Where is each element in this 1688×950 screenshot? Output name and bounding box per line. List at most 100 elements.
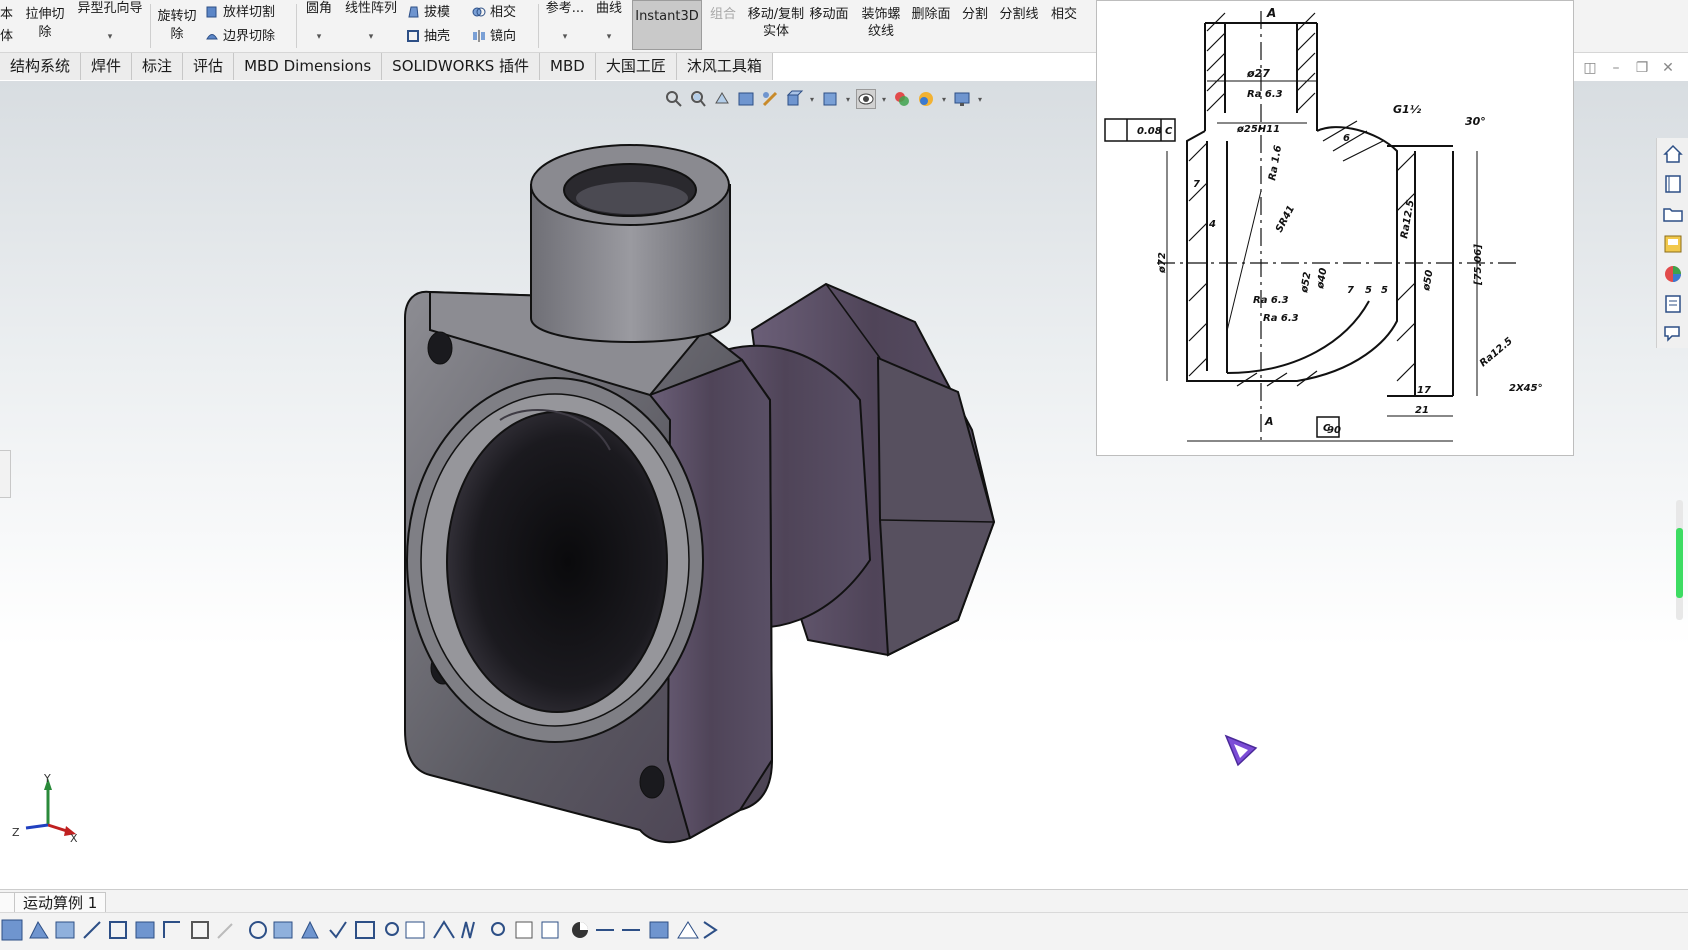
design-library-icon[interactable]	[1660, 171, 1686, 197]
hole-wizard-button[interactable]: 异型孔向导 ▾	[74, 0, 146, 42]
toolbar-button-icon[interactable]	[541, 921, 559, 939]
solidworks-resources-icon[interactable]	[1660, 141, 1686, 167]
close-icon[interactable]: ✕	[1660, 60, 1676, 76]
toolbar-button-icon[interactable]	[329, 921, 347, 939]
toolbar-button-icon[interactable]	[461, 921, 475, 939]
tab-mbd[interactable]: MBD	[540, 53, 596, 80]
display-style-icon[interactable]	[820, 89, 840, 109]
drawing-label-dia-72: ø72	[1157, 252, 1168, 274]
boundary-cut-label: 边界切除	[223, 29, 276, 44]
draft-button[interactable]: 拔模	[406, 4, 450, 22]
delete-face-button[interactable]: 删除面	[908, 6, 954, 24]
drawing-label-datum-c-bottom: C	[1323, 423, 1331, 434]
toolbar-button-icon[interactable]	[1, 919, 23, 941]
toolbar-button-icon[interactable]	[83, 921, 101, 939]
mirror-button[interactable]: 镜向	[472, 28, 516, 46]
tab-evaluate[interactable]: 评估	[183, 53, 235, 80]
tab-solidworks-addins[interactable]: SOLIDWORKS 插件	[382, 53, 541, 80]
linear-pattern-button[interactable]: 线性阵列 ▾	[342, 0, 400, 42]
intersect-button[interactable]: 相交	[472, 4, 516, 22]
hide-show-dropdown-icon[interactable]: ▾	[880, 95, 888, 104]
minimize-icon[interactable]: –	[1608, 60, 1624, 76]
hide-show-items-icon[interactable]	[856, 89, 876, 109]
apply-scene-icon[interactable]	[916, 89, 936, 109]
curves-button[interactable]: 曲线 ▾	[592, 0, 626, 42]
apply-scene-dropdown-icon[interactable]: ▾	[940, 95, 948, 104]
toolbar-button-icon[interactable]	[217, 923, 233, 939]
move-copy-body-button[interactable]: 移动/复制实体	[746, 6, 806, 40]
toolbar-button-icon[interactable]	[405, 921, 425, 939]
flange-body[interactable]	[404, 290, 774, 844]
toolbar-button-icon[interactable]	[191, 921, 209, 939]
pin-icon[interactable]: ◫	[1582, 60, 1598, 76]
tab-mufeng-toolbox[interactable]: 沐风工具箱	[676, 53, 773, 80]
move-face-button[interactable]: 移动面	[806, 6, 852, 24]
toolbar-button-icon[interactable]	[433, 920, 455, 939]
extrude-cut-button[interactable]: 拉伸切除	[22, 6, 68, 42]
shell-button[interactable]: 抽壳	[406, 28, 450, 46]
view-settings-dropdown-icon[interactable]: ▾	[976, 95, 984, 104]
view-orientation-dropdown-icon[interactable]: ▾	[808, 95, 816, 104]
zoom-to-area-icon[interactable]	[688, 89, 708, 109]
fillet-dropdown-icon[interactable]: ▾	[300, 32, 338, 42]
linear-pattern-dropdown-icon[interactable]: ▾	[342, 32, 400, 42]
restore-icon[interactable]: ❐	[1634, 60, 1650, 76]
tab-mbd-dimensions[interactable]: MBD Dimensions	[234, 53, 383, 80]
boundary-cut-button[interactable]: 边界切除	[205, 28, 275, 46]
curves-dropdown-icon[interactable]: ▾	[592, 32, 626, 42]
split-line-button[interactable]: 分割线	[996, 6, 1042, 24]
tab-structure-system[interactable]: 结构系统	[0, 53, 82, 80]
view-palette-icon[interactable]	[1660, 231, 1686, 257]
view-orientation-icon[interactable]	[784, 89, 804, 109]
tab-weldments[interactable]: 焊件	[81, 53, 133, 80]
toolbar-button-icon[interactable]	[301, 920, 319, 939]
toolbar-button-icon[interactable]	[572, 922, 588, 938]
toolbar-button-icon[interactable]	[385, 922, 399, 936]
custom-properties-icon[interactable]	[1660, 291, 1686, 317]
heads-up-view-toolbar: ▾ ▾ ▾ ▾ ▾	[664, 88, 984, 110]
forum-icon[interactable]	[1660, 321, 1686, 347]
fillet-button[interactable]: 圆角 ▾	[300, 0, 338, 42]
loft-cut-button[interactable]: 放样切割	[205, 4, 275, 22]
top-boss[interactable]	[530, 144, 731, 343]
toolbar-button-icon[interactable]	[163, 921, 180, 938]
tab-markup[interactable]: 标注	[132, 53, 184, 80]
split-button[interactable]: 分割	[958, 6, 992, 24]
toolbar-button-icon[interactable]	[491, 922, 505, 936]
reference-dropdown-icon[interactable]: ▾	[542, 32, 588, 42]
toolbar-button-icon[interactable]	[273, 921, 293, 939]
display-style-dropdown-icon[interactable]: ▾	[844, 95, 852, 104]
combine-button[interactable]: 组合	[706, 6, 740, 24]
edit-appearance-icon[interactable]	[892, 89, 912, 109]
zoom-to-fit-icon[interactable]	[664, 89, 684, 109]
tab-motion-study-1[interactable]: 运动算例 1	[14, 892, 107, 913]
instant3d-toggle[interactable]: Instant3D	[632, 0, 702, 50]
toolbar-button-icon[interactable]	[649, 921, 669, 939]
view-settings-icon[interactable]	[952, 89, 972, 109]
feature-tree-collapse-handle[interactable]	[0, 450, 11, 498]
intersect-curve-button[interactable]: 相交	[1046, 6, 1082, 24]
toolbar-button-icon[interactable]	[55, 921, 75, 939]
file-explorer-icon[interactable]	[1660, 201, 1686, 227]
drawing-label-dim-5b: 5	[1381, 285, 1388, 296]
toolbar-button-icon[interactable]	[135, 921, 155, 939]
hole-wizard-dropdown-icon[interactable]: ▾	[74, 32, 146, 42]
appearances-icon[interactable]	[1660, 261, 1686, 287]
loft-cut-icon	[206, 6, 217, 18]
revolve-cut-button[interactable]: 旋转切除	[154, 8, 200, 44]
section-view-icon[interactable]	[736, 89, 756, 109]
toolbar-button-icon[interactable]	[677, 921, 699, 939]
drawing-label-dia-52: ø52	[1299, 271, 1314, 294]
toolbar-button-icon[interactable]	[515, 921, 533, 939]
toolbar-button-icon[interactable]	[355, 921, 375, 939]
scroll-thumb[interactable]	[1676, 528, 1683, 598]
toolbar-button-icon[interactable]	[703, 921, 718, 939]
tab-daguo-craftsman[interactable]: 大国工匠	[595, 53, 677, 80]
toolbar-button-icon[interactable]	[29, 920, 49, 939]
toolbar-button-icon[interactable]	[109, 921, 127, 939]
dynamic-annotation-icon[interactable]	[760, 89, 780, 109]
cosmetic-thread-button[interactable]: 装饰螺纹线	[856, 6, 906, 40]
reference-geometry-button[interactable]: 参考... ▾	[542, 0, 588, 42]
toolbar-button-icon[interactable]	[249, 921, 267, 939]
previous-view-icon[interactable]	[712, 89, 732, 109]
